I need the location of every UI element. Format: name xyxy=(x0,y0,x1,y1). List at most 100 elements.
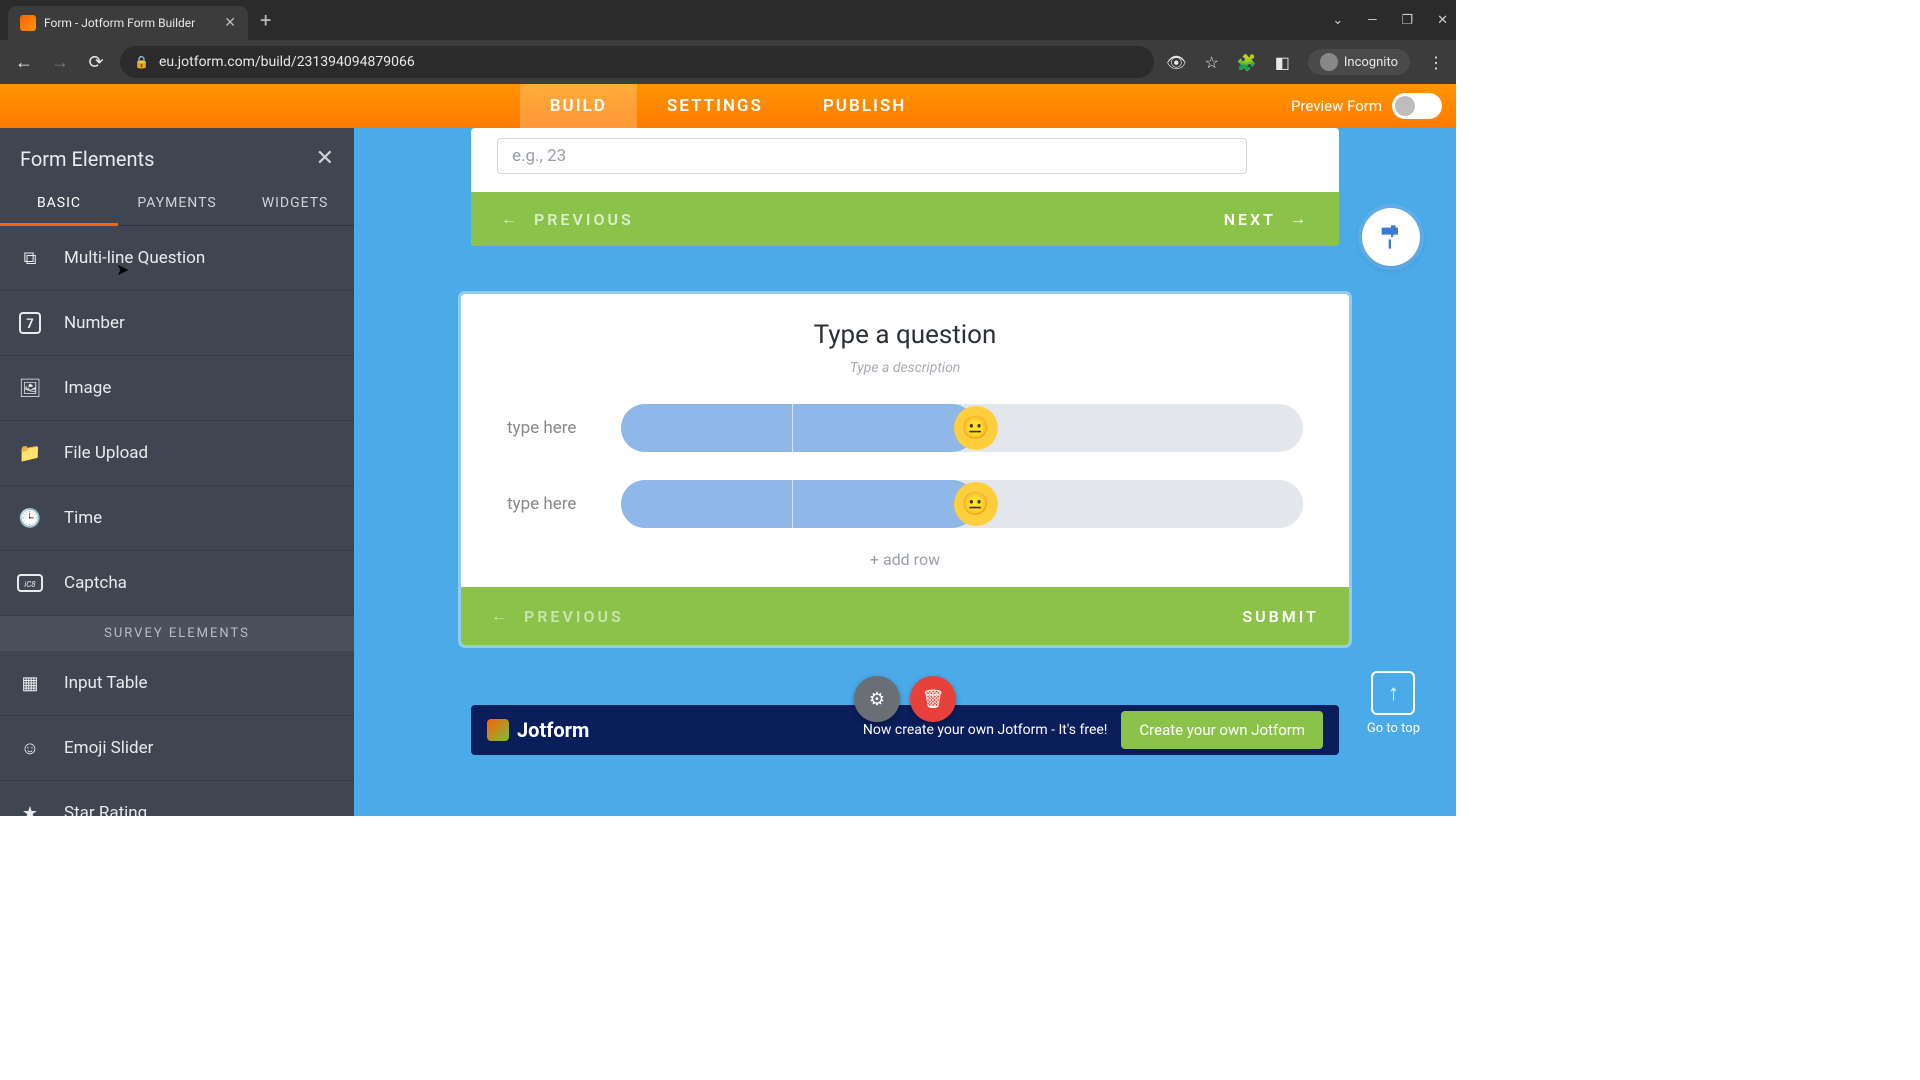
sidebar-tab-widgets[interactable]: WIDGETS xyxy=(236,181,354,225)
extensions-icon[interactable]: 🧩 xyxy=(1237,53,1257,72)
gear-icon: ⚙ xyxy=(869,689,885,710)
close-sidebar-button[interactable]: ✕ xyxy=(316,146,334,171)
next-button[interactable]: NEXT → xyxy=(1224,209,1309,229)
form-designer-button[interactable] xyxy=(1362,208,1420,266)
promo-text: Now create your own Jotform - It's free! xyxy=(863,722,1107,738)
menu-icon[interactable]: ⋮ xyxy=(1428,53,1444,72)
page-nav-bar: ← PREVIOUS NEXT → xyxy=(471,192,1339,246)
tabs-dropdown-icon[interactable]: ⌄ xyxy=(1332,13,1343,28)
incognito-badge[interactable]: Incognito xyxy=(1308,49,1410,75)
row-label-input[interactable]: type here xyxy=(507,418,603,438)
submit-button[interactable]: SUBMIT xyxy=(1242,607,1319,626)
form-page-card-2[interactable]: Type a question Type a description type … xyxy=(461,294,1349,645)
arrow-right-icon: → xyxy=(1290,209,1309,229)
element-delete-button[interactable]: 🗑 xyxy=(910,676,956,722)
tab-publish[interactable]: PUBLISH xyxy=(793,84,936,128)
svg-text:iC8: iC8 xyxy=(24,580,36,589)
maximize-button[interactable]: ❐ xyxy=(1401,13,1413,28)
question-description[interactable]: Type a description xyxy=(481,360,1329,376)
element-settings-button[interactable]: ⚙ xyxy=(854,676,900,722)
minimize-button[interactable]: ― xyxy=(1367,13,1377,28)
element-image[interactable]: 🖼 Image xyxy=(0,356,354,421)
side-panel-icon[interactable]: ◧ xyxy=(1275,53,1290,72)
tab-build[interactable]: BUILD xyxy=(520,84,637,128)
element-input-table[interactable]: ▦ Input Table xyxy=(0,651,354,716)
emoji-slider-row[interactable]: type here xyxy=(481,480,1329,528)
forward-button[interactable]: → xyxy=(48,52,72,73)
captcha-icon: iC8 xyxy=(16,569,44,597)
toggle-switch[interactable] xyxy=(1392,93,1442,119)
tab-title: Form - Jotform Form Builder xyxy=(44,16,195,30)
element-file-upload[interactable]: 📁 File Upload xyxy=(0,421,354,486)
bookmark-star-icon[interactable]: ☆ xyxy=(1204,53,1218,72)
browser-tab[interactable]: Form - Jotform Form Builder ✕ xyxy=(8,6,248,40)
browser-toolbar: ← → ⟳ 🔒 eu.jotform.com/build/23139409487… xyxy=(0,40,1456,84)
image-icon: 🖼 xyxy=(16,374,44,402)
arrow-left-icon: ← xyxy=(491,606,510,626)
form-elements-sidebar: Form Elements ✕ BASIC PAYMENTS WIDGETS ⧉… xyxy=(0,128,354,816)
slider-track[interactable] xyxy=(621,480,1303,528)
window-controls: ⌄ ― ❐ ✕ xyxy=(1332,13,1448,28)
go-to-top-button[interactable]: ↑ Go to top xyxy=(1367,671,1420,736)
url-text: eu.jotform.com/build/231394094879066 xyxy=(159,54,415,70)
emoji-slider-row[interactable]: type here xyxy=(481,404,1329,452)
logo-icon xyxy=(487,719,509,741)
sidebar-tab-basic[interactable]: BASIC xyxy=(0,181,118,225)
lock-icon: 🔒 xyxy=(134,55,149,69)
element-multiline-question[interactable]: ⧉ Multi-line Question xyxy=(0,226,354,291)
star-icon: ★ xyxy=(16,799,44,816)
previous-button[interactable]: ← PREVIOUS xyxy=(501,209,634,229)
arrow-left-icon: ← xyxy=(501,209,520,229)
back-button[interactable]: ← xyxy=(12,52,36,73)
number-icon: 7 xyxy=(16,309,44,337)
element-emoji-slider[interactable]: ☺ Emoji Slider xyxy=(0,716,354,781)
slider-tick xyxy=(792,404,793,452)
number-input-preview[interactable]: e.g., 23 xyxy=(497,138,1247,174)
page-nav-bar-2: ← PREVIOUS SUBMIT xyxy=(461,587,1349,645)
preview-form-toggle[interactable]: Preview Form xyxy=(1291,93,1442,119)
address-bar[interactable]: 🔒 eu.jotform.com/build/231394094879066 xyxy=(120,46,1154,78)
paint-roller-icon xyxy=(1377,223,1405,251)
jotform-logo: Jotform xyxy=(487,718,589,742)
section-header-survey: SURVEY ELEMENTS xyxy=(0,616,354,651)
element-number[interactable]: 7 Number xyxy=(0,291,354,356)
table-icon: ▦ xyxy=(16,669,44,697)
browser-tab-strip: Form - Jotform Form Builder ✕ + ⌄ ― ❐ ✕ xyxy=(0,0,1456,40)
slider-fill xyxy=(621,480,976,528)
reload-button[interactable]: ⟳ xyxy=(84,52,108,73)
slider-tick xyxy=(792,480,793,528)
slider-fill xyxy=(621,404,976,452)
close-tab-icon[interactable]: ✕ xyxy=(224,15,236,31)
question-title[interactable]: Type a question xyxy=(481,320,1329,350)
slider-emoji-handle[interactable] xyxy=(954,482,998,526)
emoji-icon: ☺ xyxy=(16,734,44,762)
promo-cta-button[interactable]: Create your own Jotform xyxy=(1121,711,1323,749)
sidebar-title: Form Elements xyxy=(20,147,154,171)
row-label-input[interactable]: type here xyxy=(507,494,603,514)
element-time[interactable]: 🕒 Time xyxy=(0,486,354,551)
tab-settings[interactable]: SETTINGS xyxy=(637,84,793,128)
upload-icon: 📁 xyxy=(16,439,44,467)
slider-track[interactable] xyxy=(621,404,1303,452)
favicon-icon xyxy=(20,15,36,31)
form-canvas: e.g., 23 ← PREVIOUS NEXT → Type a questi… xyxy=(354,128,1456,816)
trash-icon: 🗑 xyxy=(922,689,945,710)
element-star-rating[interactable]: ★ Star Rating xyxy=(0,781,354,816)
eye-off-icon[interactable]: 👁 xyxy=(1166,53,1186,72)
previous-button[interactable]: ← PREVIOUS xyxy=(491,606,624,626)
svg-text:7: 7 xyxy=(26,317,33,332)
incognito-icon xyxy=(1320,53,1338,71)
clock-icon: 🕒 xyxy=(16,504,44,532)
close-window-button[interactable]: ✕ xyxy=(1437,13,1448,28)
form-page-card-1[interactable]: e.g., 23 ← PREVIOUS NEXT → xyxy=(471,128,1339,246)
app-header: BUILD SETTINGS PUBLISH Preview Form xyxy=(0,84,1456,128)
arrow-up-icon: ↑ xyxy=(1388,680,1399,706)
new-tab-button[interactable]: + xyxy=(260,8,271,32)
multiline-icon: ⧉ xyxy=(16,244,44,272)
elements-list[interactable]: ⧉ Multi-line Question 7 Number 🖼 Image 📁… xyxy=(0,226,354,816)
element-captcha[interactable]: iC8 Captcha xyxy=(0,551,354,616)
slider-emoji-handle[interactable] xyxy=(954,406,998,450)
element-action-buttons: ⚙ 🗑 xyxy=(854,676,956,722)
sidebar-tab-payments[interactable]: PAYMENTS xyxy=(118,181,236,225)
add-row-button[interactable]: + add row xyxy=(481,550,1329,569)
